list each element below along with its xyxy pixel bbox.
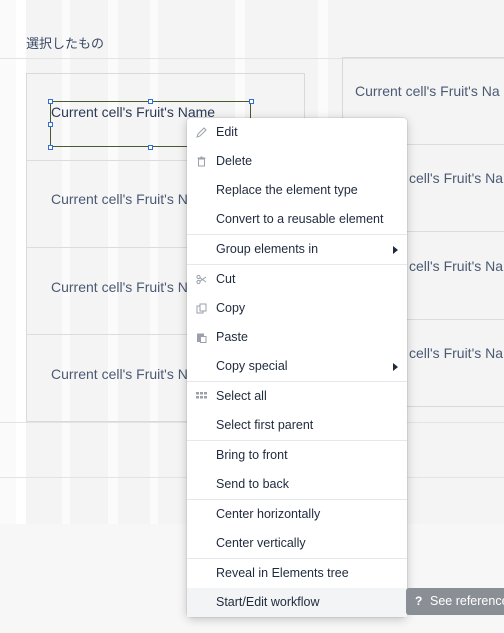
menu-item-label: Select first parent [216,418,314,432]
resize-handle-top[interactable] [148,99,153,104]
menu-item-label: Convert to a reusable element [216,212,384,226]
menu-item-delete[interactable]: Delete [187,147,407,176]
submenu-arrow-icon [393,363,398,371]
grid-icon [196,391,207,402]
resize-handle-left[interactable] [48,122,53,127]
resize-handle-bottom[interactable] [148,145,153,150]
menu-item-label: Start/Edit workflow [216,595,320,609]
help-icon: ? [415,594,423,608]
submenu-arrow-icon [393,246,398,254]
menu-item-select-first-parent[interactable]: Select first parent [187,411,407,440]
menu-item-copy-special[interactable]: Copy special [187,352,407,381]
copy-icon [196,303,207,314]
cell-text-fruit-name[interactable]: cell's Fruit's Na [409,258,503,274]
cell-text-fruit-name[interactable]: Current cell's Fruit's N [51,366,188,382]
section-title: 選択したもの [26,37,105,52]
menu-item-center-vertically[interactable]: Center vertically [187,529,407,558]
menu-item-group-elements[interactable]: Group elements in [187,235,407,264]
see-reference-button[interactable]: ? See reference [406,588,504,615]
menu-item-reveal-in-tree[interactable]: Reveal in Elements tree [187,559,407,588]
pencil-icon [196,127,207,138]
cell-text-fruit-name[interactable]: cell's Fruit's Na [409,170,503,186]
paste-icon [196,332,207,343]
menu-item-label: Replace the element type [216,183,358,197]
cell-text-fruit-name[interactable]: Current cell's Fruit's N [51,191,188,207]
menu-item-label: Center horizontally [216,507,321,521]
menu-item-replace-element-type[interactable]: Replace the element type [187,176,407,205]
menu-item-convert-reusable[interactable]: Convert to a reusable element [187,205,407,234]
menu-item-label: Center vertically [216,536,306,550]
trash-icon [196,156,207,167]
menu-item-label: Delete [216,154,253,168]
menu-item-label: Copy [216,301,246,315]
resize-handle-bottom-left[interactable] [48,145,53,150]
menu-item-select-all[interactable]: Select all [187,382,407,411]
menu-item-label: Select all [216,389,267,403]
cell-text-fruit-name[interactable]: Current cell's Fruit's N [51,279,188,295]
resize-handle-top-left[interactable] [48,99,53,104]
menu-item-label: Copy special [216,359,288,373]
cell-text-fruit-name[interactable]: cell's Fruit's Na [409,345,503,361]
menu-item-send-to-back[interactable]: Send to back [187,470,407,499]
see-reference-label: See reference [430,594,504,608]
menu-item-copy[interactable]: Copy [187,294,407,323]
menu-item-edit[interactable]: Edit [187,118,407,147]
resize-handle-top-right[interactable] [249,99,254,104]
menu-item-bring-to-front[interactable]: Bring to front [187,441,407,470]
menu-item-label: Paste [216,330,248,344]
scissors-icon [196,274,207,285]
canvas-guide-stripe [0,0,16,524]
menu-item-label: Group elements in [216,242,319,256]
menu-item-label: Bring to front [216,448,288,462]
menu-item-center-horizontally[interactable]: Center horizontally [187,500,407,529]
menu-item-label: Reveal in Elements tree [216,566,349,580]
menu-item-paste[interactable]: Paste [187,323,407,352]
menu-item-cut[interactable]: Cut [187,265,407,294]
context-menu: Edit Delete Replace the element type Con… [187,118,407,617]
menu-item-label: Edit [216,125,238,139]
cell-text-fruit-name[interactable]: Current cell's Fruit's Na [355,83,500,99]
menu-item-label: Cut [216,272,236,286]
menu-item-start-edit-workflow[interactable]: Start/Edit workflow [187,588,407,617]
menu-item-label: Send to back [216,477,289,491]
